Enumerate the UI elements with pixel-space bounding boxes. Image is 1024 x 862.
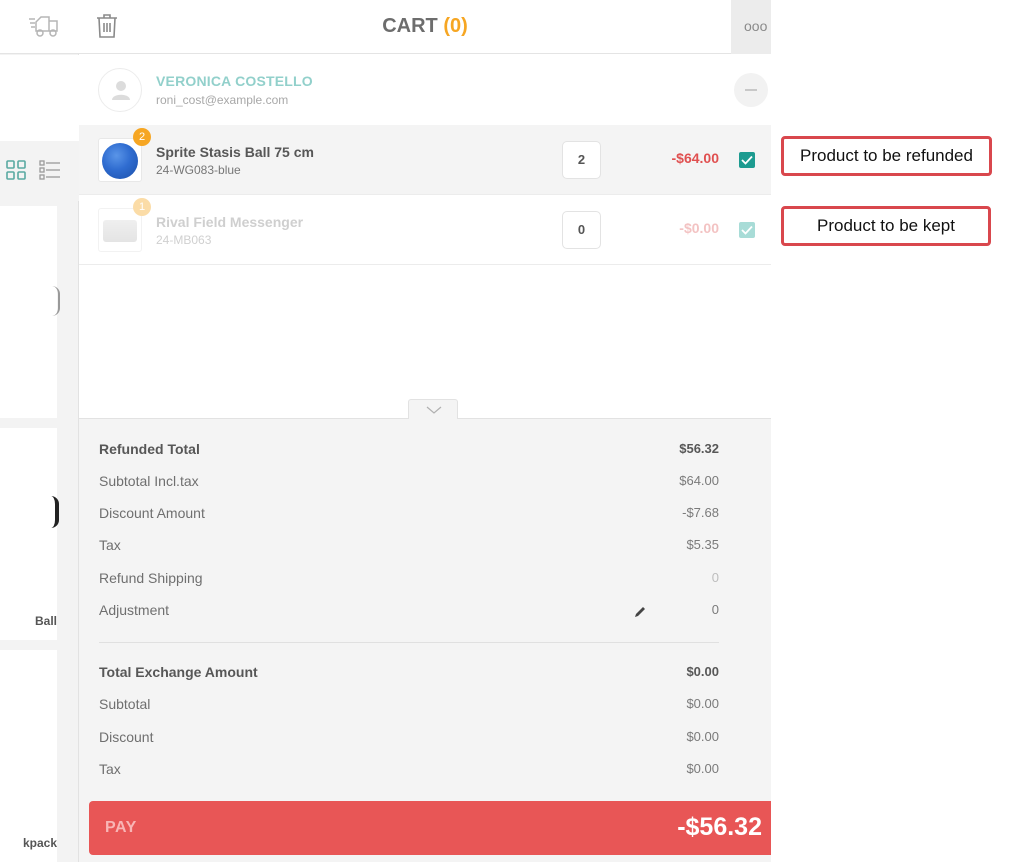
value: $56.32 [679, 441, 719, 456]
refunded-total-row: Refunded Total $56.32 [99, 441, 719, 461]
cart-panel: CART (0) ooo VERONICA COSTELLO roni_cost… [79, 0, 771, 862]
user-icon [112, 81, 130, 100]
cart-item[interactable]: 2 Sprite Stasis Ball 75 cm 24-WG083-blue… [79, 125, 771, 195]
label: Tax [99, 761, 121, 777]
remove-customer-button[interactable] [734, 73, 768, 107]
product-card[interactable] [0, 206, 60, 418]
exchange-subtotal-row: Subtotal $0.00 [99, 696, 719, 716]
grid-view-icon[interactable] [6, 160, 26, 180]
value: $0.00 [686, 696, 719, 711]
product-card-name: kpack [22, 836, 57, 850]
product-panel-spacer [0, 55, 79, 141]
tax-row: Tax $5.35 [99, 537, 719, 557]
discount-amount-row: Discount Amount -$7.68 [99, 505, 719, 525]
avatar [98, 68, 142, 112]
total-exchange-row: Total Exchange Amount $0.00 [99, 664, 719, 684]
product-panel: Ball kpack [0, 0, 79, 862]
refund-checkbox[interactable] [739, 222, 755, 238]
quantity-badge: 2 [133, 128, 151, 146]
quantity-input[interactable]: 0 [562, 211, 601, 249]
subtotal-incl-tax-row: Subtotal Incl.tax $64.00 [99, 473, 719, 493]
label: Refund Shipping [99, 570, 203, 586]
label: Discount Amount [99, 505, 205, 521]
cart-title-text: CART [382, 15, 438, 37]
annotation-kept: Product to be kept [781, 206, 991, 246]
customer-email: roni_cost@example.com [156, 93, 289, 107]
pay-label: PAY [105, 819, 137, 836]
more-options-button[interactable]: ooo [731, 0, 771, 54]
label: Tax [99, 537, 121, 553]
value: $0.00 [686, 664, 719, 679]
divider [99, 642, 719, 643]
adjustment-row: Adjustment 0 [99, 602, 719, 622]
item-name: Sprite Stasis Ball 75 cm [156, 144, 314, 160]
checkmark-icon [741, 155, 753, 165]
customer-name: VERONICA COSTELLO [156, 73, 313, 89]
exchange-discount-row: Discount $0.00 [99, 729, 719, 749]
totals-section: Refunded Total $56.32 Subtotal Incl.tax … [79, 418, 771, 862]
item-sku: 24-WG083-blue [156, 163, 241, 177]
pencil-edit-icon[interactable] [633, 605, 647, 619]
adjustment-value[interactable]: 0 [712, 602, 719, 617]
product-thumbnail [98, 138, 142, 182]
pay-amount: -$56.32 [677, 813, 762, 841]
value: $64.00 [679, 473, 719, 488]
item-price: -$0.00 [679, 220, 719, 236]
pay-button[interactable]: PAY -$56.32 [89, 801, 771, 855]
quantity-input[interactable]: 2 [562, 141, 601, 179]
delivery-truck-icon[interactable] [28, 13, 60, 39]
product-thumbnail [98, 208, 142, 252]
quantity-badge: 1 [133, 198, 151, 216]
label: Adjustment [99, 602, 170, 618]
product-card-name: Ball [34, 614, 57, 628]
refund-shipping-input[interactable]: 0 [712, 570, 719, 585]
chevron-down-icon [426, 406, 442, 414]
value: -$7.68 [682, 505, 719, 520]
product-image [52, 286, 60, 316]
label: Subtotal Incl.tax [99, 473, 199, 489]
item-sku: 24-MB063 [156, 233, 212, 247]
cart-title: CART (0) [79, 15, 771, 38]
label: Refunded Total [99, 441, 200, 457]
label: Subtotal [99, 696, 151, 712]
item-name: Rival Field Messenger [156, 214, 304, 230]
label: Discount [99, 729, 154, 745]
exchange-tax-row: Tax $0.00 [99, 761, 719, 781]
bag-image [103, 220, 137, 242]
product-card[interactable]: kpack [0, 650, 57, 862]
value: $0.00 [686, 761, 719, 776]
value: $5.35 [686, 537, 719, 552]
refund-checkbox[interactable] [739, 152, 755, 168]
item-price: -$64.00 [671, 150, 719, 166]
product-card[interactable]: Ball [0, 428, 59, 640]
cart-header: CART (0) ooo [79, 0, 771, 54]
customer-info[interactable]: VERONICA COSTELLO roni_cost@example.com [79, 55, 771, 125]
list-view-icon[interactable] [39, 160, 61, 180]
cart-item[interactable]: 1 Rival Field Messenger 24-MB063 0 -$0.0… [79, 195, 771, 265]
collapse-totals-button[interactable] [408, 399, 458, 419]
ball-image [102, 143, 138, 179]
label: Total Exchange Amount [99, 664, 258, 680]
annotation-refunded: Product to be refunded [781, 136, 992, 176]
product-panel-header [0, 0, 79, 54]
value: $0.00 [686, 729, 719, 744]
refund-shipping-row: Refund Shipping 0 [99, 570, 719, 590]
checkmark-icon [741, 225, 753, 235]
product-image [51, 496, 59, 528]
cart-count: (0) [443, 15, 468, 37]
